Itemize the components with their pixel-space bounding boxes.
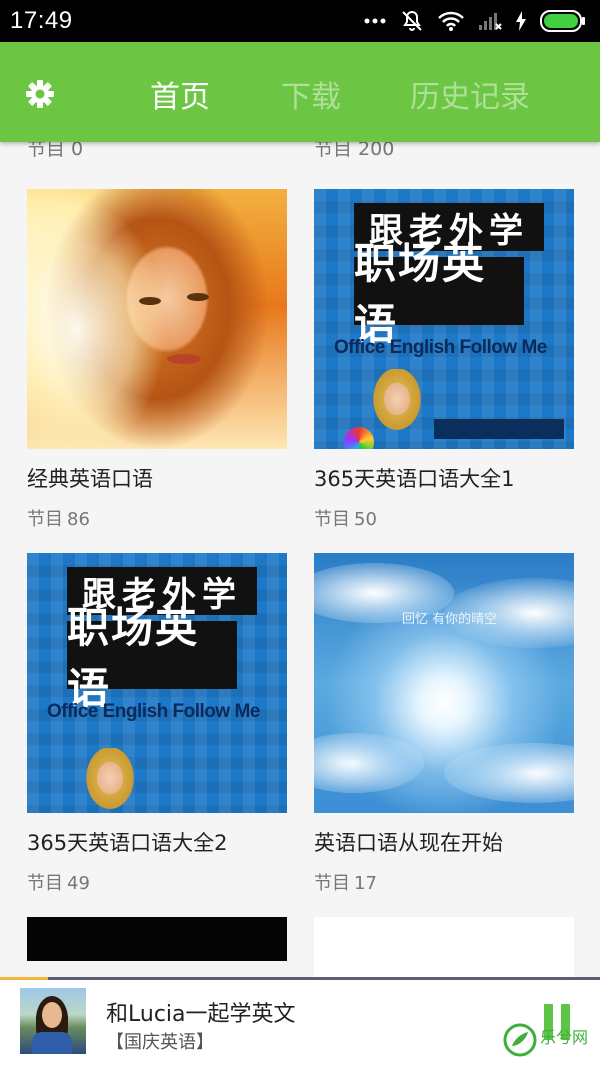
- cover-image: [314, 917, 574, 977]
- thumb-body: [32, 1032, 72, 1054]
- peek-count-left: 节目 0: [27, 142, 84, 160]
- charging-icon: [516, 11, 526, 31]
- wifi-icon: [438, 11, 464, 31]
- tab-home[interactable]: 首页: [150, 72, 210, 116]
- more-dots-icon: [364, 17, 386, 25]
- count-label: 节目: [27, 509, 63, 530]
- battery-icon: [540, 10, 586, 32]
- watermark-text: 乐兮网: [540, 1028, 589, 1047]
- program-card[interactable]: [27, 917, 287, 961]
- cover-text-english: Office English Follow Me: [334, 337, 547, 358]
- mini-player[interactable]: 和Lucia一起学英文 【国庆英语】 乐兮网: [0, 980, 600, 1067]
- watermark-logo: 乐兮网: [502, 1018, 600, 1062]
- cover-person: [372, 369, 422, 449]
- now-playing-thumbnail: [20, 988, 86, 1054]
- cover-text-mid: 职场英语: [354, 239, 524, 349]
- card-title: 经典英语口语: [27, 467, 153, 491]
- cover-bar: [434, 419, 564, 439]
- tab-download[interactable]: 下载: [281, 72, 341, 116]
- cover-image-sky: 回忆 有你的晴空: [314, 553, 574, 813]
- eye-left: [139, 297, 161, 305]
- count-label: 节目: [314, 873, 350, 894]
- cover-image-office-english: 跟老外学 职场英语 Office English Follow Me: [27, 553, 287, 813]
- card-episode-count: 节目 86: [27, 505, 287, 531]
- cover-image: [27, 917, 287, 961]
- cover-person: [85, 748, 135, 813]
- status-bar: 17:49: [0, 0, 600, 42]
- mute-icon: [400, 9, 424, 33]
- app-bar: 首页 下载 历史记录: [0, 42, 600, 142]
- count-value: 86: [67, 509, 90, 530]
- program-card[interactable]: 经典英语口语 节目 86: [27, 189, 287, 531]
- cover-caption: 回忆 有你的晴空: [402, 612, 498, 627]
- sun-flare: [27, 199, 167, 449]
- signal-icon: [478, 11, 502, 31]
- program-card[interactable]: [314, 917, 574, 977]
- cover-text-mid: 职场英语: [67, 603, 237, 713]
- cover-image-portrait: [27, 189, 287, 449]
- tab-history[interactable]: 历史记录: [410, 72, 530, 116]
- program-grid: 节目 0 节目 200 经典英语口语 节目 86 跟老外学 职场英语 Office…: [0, 142, 600, 977]
- card-title: 365天英语口语大全1: [314, 467, 515, 491]
- eye-right: [187, 293, 209, 301]
- program-card[interactable]: 跟老外学 职场英语 Office English Follow Me 365天英…: [314, 189, 574, 531]
- peek-count-right: 节目 200: [314, 142, 395, 160]
- now-playing-title: 和Lucia一起学英文: [106, 1002, 296, 1027]
- card-episode-count: 节目 49: [27, 869, 287, 895]
- count-value: 17: [354, 873, 377, 894]
- card-title: 365天英语口语大全2: [27, 831, 228, 855]
- cover-text-english: Office English Follow Me: [47, 701, 260, 722]
- count-label: 节目: [27, 873, 63, 894]
- color-wheel-icon: [344, 427, 374, 449]
- card-episode-count: 节目 50: [314, 505, 574, 531]
- status-time: 17:49: [10, 7, 73, 34]
- cover-image-office-english: 跟老外学 职场英语 Office English Follow Me: [314, 189, 574, 449]
- program-card[interactable]: 回忆 有你的晴空 英语口语从现在开始 节目 17: [314, 553, 574, 895]
- settings-gear-icon[interactable]: [24, 78, 56, 110]
- program-card[interactable]: 跟老外学 职场英语 Office English Follow Me 365天英…: [27, 553, 287, 895]
- status-icons: [364, 9, 586, 33]
- count-value: 49: [67, 873, 90, 894]
- lips: [167, 354, 201, 364]
- now-playing-subtitle: 【国庆英语】: [106, 1032, 214, 1053]
- card-episode-count: 节目 17: [314, 869, 574, 895]
- card-title: 英语口语从现在开始: [314, 831, 503, 855]
- thumb-face: [42, 1002, 62, 1028]
- count-label: 节目: [314, 509, 350, 530]
- count-value: 50: [354, 509, 377, 530]
